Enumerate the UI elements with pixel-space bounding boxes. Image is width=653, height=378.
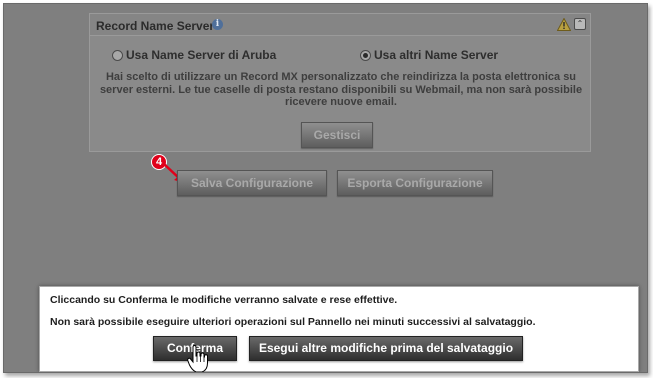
radio-usa-aruba[interactable]: Usa Name Server di Aruba	[112, 48, 276, 62]
panel-title: Record Name Server	[96, 19, 215, 33]
dialog-message-confirm: Cliccando su Conferma le modifiche verra…	[50, 294, 398, 306]
info-icon[interactable]: i	[212, 19, 223, 30]
record-name-server-panel: Record Name Server i ⌃ Usa Name Server d…	[89, 13, 591, 152]
esporta-configurazione-button[interactable]: Esporta Configurazione	[337, 170, 493, 196]
confirm-dialog: Cliccando su Conferma le modifiche verra…	[39, 286, 639, 372]
radio-label-altri: Usa altri Name Server	[374, 48, 499, 62]
radio-button-unchecked[interactable]	[112, 49, 123, 61]
warning-icon	[557, 18, 571, 31]
radio-label-aruba: Usa Name Server di Aruba	[126, 48, 277, 62]
hand-cursor-icon	[187, 345, 208, 372]
radio-usa-altri[interactable]: Usa altri Name Server	[360, 48, 498, 62]
collapse-icon[interactable]: ⌃	[574, 18, 586, 30]
screenshot-frame: Record Name Server i ⌃ Usa Name Server d…	[3, 3, 648, 373]
mx-description: Hai scelto di utilizzare un Record MX pe…	[99, 71, 583, 108]
salva-configurazione-button[interactable]: Salva Configurazione	[177, 170, 327, 196]
radio-button-checked[interactable]	[360, 49, 371, 61]
panel-header: Record Name Server i ⌃	[90, 14, 590, 36]
dialog-message-warning: Non sarà possibile eseguire ulteriori op…	[50, 316, 536, 328]
gestisci-button[interactable]: Gestisci	[301, 122, 373, 148]
esegui-altre-modifiche-button[interactable]: Esegui altre modifiche prima del salvata…	[249, 336, 523, 361]
